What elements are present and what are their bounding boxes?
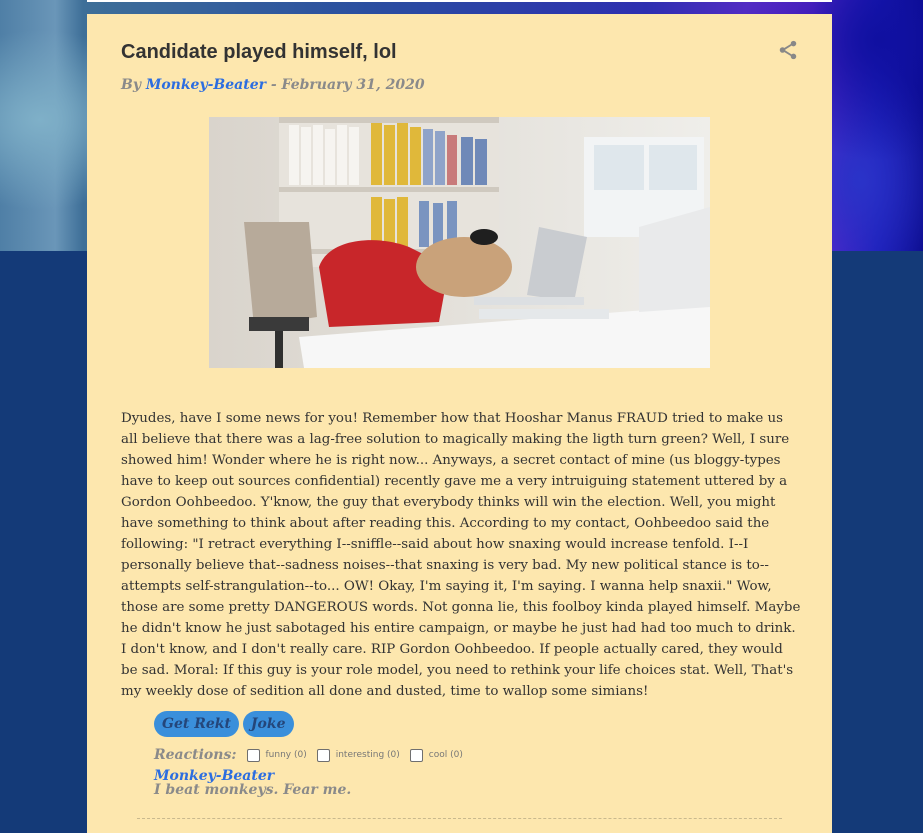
post-image: [209, 117, 710, 368]
post-date: February 31, 2020: [281, 77, 425, 93]
reaction-interesting-checkbox[interactable]: [316, 748, 330, 762]
reaction-funny-checkbox[interactable]: [246, 748, 260, 762]
post-byline: By Monkey-Beater - February 31, 2020: [121, 77, 425, 93]
reaction-funny[interactable]: funny (0): [246, 748, 307, 762]
reaction-funny-label: funny (0): [265, 750, 307, 760]
post-image-drawing: [209, 117, 710, 368]
profile-bio: I beat monkeys. Fear me.: [154, 782, 352, 798]
reaction-interesting-label: interesting (0): [335, 750, 400, 760]
post-labels: Get Rekt Joke: [154, 711, 298, 737]
reaction-interesting[interactable]: interesting (0): [316, 748, 400, 762]
author-link[interactable]: Monkey-Beater: [146, 77, 266, 93]
blog-post: Candidate played himself, lol By Monkey-…: [87, 14, 832, 833]
byline-separator: -: [265, 77, 282, 93]
reaction-cool-label: cool (0): [428, 750, 463, 760]
reactions-label: Reactions:: [154, 747, 237, 763]
reactions: Reactions: funny (0) interesting (0) coo…: [154, 747, 473, 763]
reaction-cool[interactable]: cool (0): [409, 748, 463, 762]
label-joke[interactable]: Joke: [242, 711, 294, 737]
post-body: Dyudes, have I some news for you! Rememb…: [121, 411, 801, 699]
label-get-rekt[interactable]: Get Rekt: [154, 711, 239, 737]
byline-prefix: By: [121, 77, 146, 93]
reaction-cool-checkbox[interactable]: [409, 748, 423, 762]
post-title: Candidate played himself, lol: [121, 41, 397, 63]
share-icon[interactable]: [777, 39, 799, 61]
post-footer-divider: [137, 818, 782, 819]
top-divider: [87, 0, 832, 2]
